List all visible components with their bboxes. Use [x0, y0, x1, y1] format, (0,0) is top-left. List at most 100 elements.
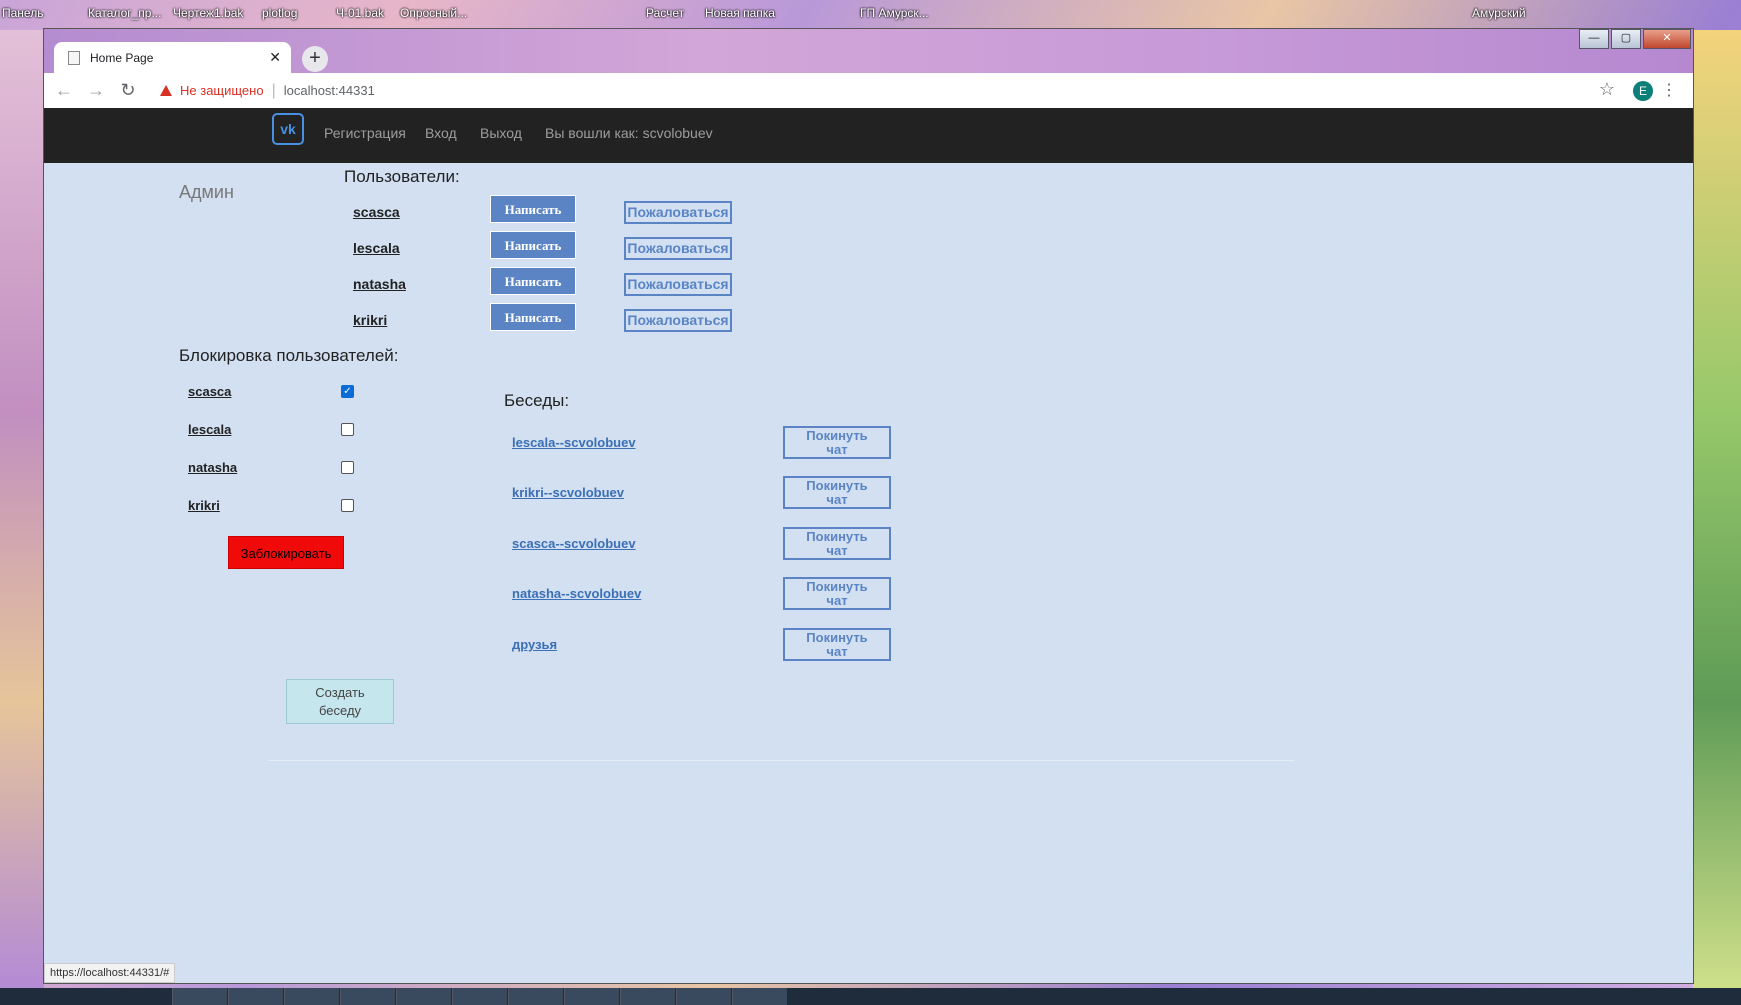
taskbar-item[interactable] — [508, 988, 563, 1005]
leave-chat-label: Покинуть — [806, 579, 868, 594]
write-button[interactable]: Написать — [490, 195, 576, 223]
write-button[interactable]: Написать — [490, 267, 576, 295]
leave-chat-label: чат — [826, 492, 848, 507]
close-tab-icon[interactable]: ✕ — [269, 49, 281, 66]
desktop-wallpaper-left — [0, 30, 44, 990]
window-close-icon[interactable]: ✕ — [1643, 29, 1691, 49]
back-arrow-icon[interactable]: ← — [52, 80, 76, 101]
nav-login-link[interactable]: Вход — [425, 125, 457, 141]
report-button[interactable]: Пожаловаться — [624, 201, 732, 224]
url-field[interactable]: localhost:44331 — [284, 83, 375, 98]
nav-register-link[interactable]: Регистрация — [324, 125, 406, 141]
desktop-icon-label[interactable]: Ч-01.bak — [336, 6, 384, 20]
tab-home-page[interactable]: Home Page ✕ — [54, 42, 291, 73]
user-link-scasca[interactable]: scasca — [353, 204, 400, 220]
leave-chat-button[interactable]: Покинуть чат — [783, 527, 891, 560]
reload-icon[interactable]: ↻ — [116, 80, 140, 101]
desktop-wallpaper-right — [1693, 30, 1741, 990]
desktop-icon-label[interactable]: Опросный... — [400, 6, 467, 20]
address-divider: | — [271, 81, 276, 99]
desktop-icon-label[interactable]: Расчет — [646, 6, 684, 20]
desktop-icon-label[interactable]: Панель — [2, 6, 43, 20]
taskbar-item[interactable] — [228, 988, 283, 1005]
report-button[interactable]: Пожаловаться — [624, 309, 732, 332]
admin-label: Админ — [179, 182, 234, 202]
user-link-natasha[interactable]: natasha — [353, 276, 406, 292]
desktop-icon-label[interactable]: ГП Амурск... — [860, 6, 929, 20]
write-button[interactable]: Написать — [490, 303, 576, 331]
browser-menu-icon[interactable]: ⋮ — [1661, 80, 1677, 100]
status-bar-url: https://localhost:44331/# — [44, 963, 176, 983]
chat-link-lescala-scvolobuev[interactable]: lescala--scvolobuev — [512, 435, 636, 450]
warning-icon[interactable] — [160, 85, 172, 96]
chat-link-natasha-scvolobuev[interactable]: natasha--scvolobuev — [512, 586, 641, 601]
block-user-lescala[interactable]: lescala — [188, 422, 231, 437]
taskbar-item[interactable] — [564, 988, 619, 1005]
block-user-natasha[interactable]: natasha — [188, 460, 237, 475]
leave-chat-label: Покинуть — [806, 630, 868, 645]
leave-chat-button[interactable]: Покинуть чат — [783, 577, 891, 610]
page-content: vk Регистрация Вход Выход Вы вошли как: … — [44, 108, 1693, 983]
leave-chat-label: чат — [826, 593, 848, 608]
leave-chat-button[interactable]: Покинуть чат — [783, 628, 891, 661]
new-tab-button[interactable]: + — [302, 46, 328, 72]
taskbar-item[interactable] — [452, 988, 507, 1005]
create-chat-button[interactable]: Создать беседу — [286, 679, 394, 724]
user-link-lescala[interactable]: lescala — [353, 240, 400, 256]
block-checkbox-scasca[interactable]: ✓ — [341, 385, 354, 398]
taskbar-item[interactable] — [284, 988, 339, 1005]
leave-chat-label: чат — [826, 442, 848, 457]
write-button[interactable]: Написать — [490, 231, 576, 259]
block-checkbox-krikri[interactable] — [341, 499, 354, 512]
block-checkbox-lescala[interactable] — [341, 423, 354, 436]
nav-logout-link[interactable]: Выход — [480, 125, 522, 141]
desktop-icon-label[interactable]: plotlog — [262, 6, 297, 20]
tab-title: Home Page — [90, 50, 154, 65]
forward-arrow-icon[interactable]: → — [84, 80, 108, 101]
bookmark-star-icon[interactable]: ☆ — [1599, 79, 1615, 100]
block-user-scasca[interactable]: scasca — [188, 384, 231, 399]
maximize-icon[interactable]: ▢ — [1611, 29, 1641, 49]
users-heading: Пользователи: — [344, 167, 460, 186]
nav-logged-in-as[interactable]: Вы вошли как: scvolobuev — [545, 125, 713, 141]
vk-logo-icon[interactable]: vk — [272, 113, 304, 145]
desktop-icon-label[interactable]: Новая папка — [705, 6, 775, 20]
desktop-icon-label[interactable]: Амурский — [1472, 6, 1526, 20]
leave-chat-label: чат — [826, 543, 848, 558]
page-favicon-icon — [68, 50, 80, 65]
leave-chat-button[interactable]: Покинуть чат — [783, 426, 891, 459]
block-user-krikri[interactable]: krikri — [188, 498, 220, 513]
leave-chat-button[interactable]: Покинуть чат — [783, 476, 891, 509]
taskbar-item[interactable] — [172, 988, 227, 1005]
create-chat-label: беседу — [318, 703, 362, 718]
desktop-icon-label[interactable]: Чертеж1.bak — [173, 6, 243, 20]
taskbar-item[interactable] — [340, 988, 395, 1005]
leave-chat-label: Покинуть — [806, 478, 868, 493]
site-navbar: vk Регистрация Вход Выход Вы вошли как: … — [44, 108, 1693, 163]
block-button[interactable]: Заблокировать — [228, 536, 344, 569]
minimize-icon[interactable]: — — [1579, 29, 1609, 49]
security-label[interactable]: Не защищено — [180, 83, 264, 98]
chat-link-scasca-scvolobuev[interactable]: scasca--scvolobuev — [512, 536, 636, 551]
profile-avatar[interactable]: E — [1633, 81, 1653, 101]
tab-bar: Home Page ✕ + — ▢ ✕ — [44, 29, 1693, 73]
block-heading: Блокировка пользователей: — [179, 346, 399, 365]
desktop-top-strip: Панель Каталог_пр... Чертеж1.bak plotlog… — [0, 0, 1741, 30]
taskbar-item[interactable] — [676, 988, 731, 1005]
chats-heading: Беседы: — [504, 391, 570, 410]
report-button[interactable]: Пожаловаться — [624, 237, 732, 260]
chat-link-krikri-scvolobuev[interactable]: krikri--scvolobuev — [512, 485, 624, 500]
chat-link-friends[interactable]: друзья — [512, 637, 557, 652]
leave-chat-label: Покинуть — [806, 529, 868, 544]
leave-chat-label: Покинуть — [806, 428, 868, 443]
address-bar: ← → ↻ Не защищено | localhost:44331 ☆ E … — [44, 73, 1693, 108]
taskbar-item[interactable] — [396, 988, 451, 1005]
taskbar-item[interactable] — [732, 988, 787, 1005]
taskbar-item[interactable] — [620, 988, 675, 1005]
footer-divider — [268, 760, 1294, 761]
user-link-krikri[interactable]: krikri — [353, 312, 387, 328]
leave-chat-label: чат — [826, 644, 848, 659]
desktop-icon-label[interactable]: Каталог_пр... — [88, 6, 161, 20]
block-checkbox-natasha[interactable] — [341, 461, 354, 474]
report-button[interactable]: Пожаловаться — [624, 273, 732, 296]
